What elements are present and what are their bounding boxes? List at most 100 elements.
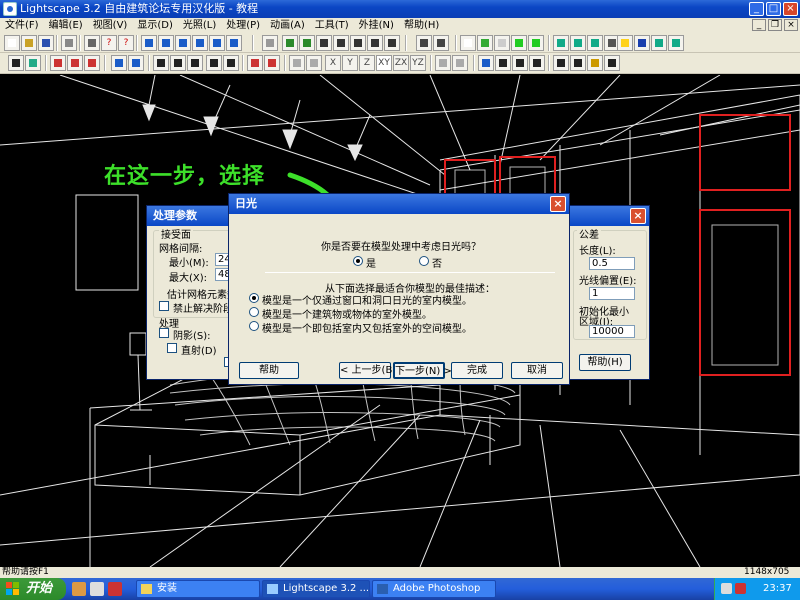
block-icon[interactable] xyxy=(570,35,586,51)
light-icon[interactable] xyxy=(617,35,633,51)
menu-process[interactable]: 处理(P) xyxy=(221,18,265,33)
print-icon[interactable] xyxy=(84,35,100,51)
y-axis-button[interactable]: Y xyxy=(342,55,358,71)
orbit-icon[interactable] xyxy=(299,35,315,51)
textured-icon[interactable] xyxy=(528,35,544,51)
task-photoshop[interactable]: Adobe Photoshop xyxy=(372,580,496,598)
zx-plane-button[interactable]: ZX xyxy=(393,55,409,71)
menu-file[interactable]: 文件(F) xyxy=(0,18,44,33)
select-surface-icon[interactable] xyxy=(25,55,41,71)
camera-icon[interactable] xyxy=(262,35,278,51)
view-cube-icon[interactable] xyxy=(209,35,225,51)
volume-icon[interactable] xyxy=(721,583,732,594)
menu-light[interactable]: 光照(L) xyxy=(178,18,221,33)
back-button[interactable]: < 上一步(B) xyxy=(339,362,396,379)
material-icon[interactable] xyxy=(587,35,603,51)
new-file-icon[interactable] xyxy=(4,35,20,51)
grid-icon[interactable] xyxy=(452,55,468,71)
eye-icon[interactable] xyxy=(282,35,298,51)
maximize-button[interactable]: □ xyxy=(766,2,781,16)
menu-help[interactable]: 帮助(H) xyxy=(399,18,444,33)
menu-view[interactable]: 视图(V) xyxy=(88,18,133,33)
light-bias-field[interactable]: 1 xyxy=(589,287,635,300)
quicklaunch-app-icon[interactable] xyxy=(108,582,122,596)
undo-icon[interactable] xyxy=(61,35,77,51)
menu-animation[interactable]: 动画(A) xyxy=(265,18,310,33)
task-install[interactable]: 安装 xyxy=(136,580,260,598)
move-icon[interactable] xyxy=(153,55,169,71)
context-help-icon[interactable]: ? xyxy=(118,35,134,51)
render-icon[interactable] xyxy=(651,35,667,51)
view-cube-icon[interactable] xyxy=(192,35,208,51)
help-icon[interactable]: ? xyxy=(101,35,117,51)
minimize-button[interactable]: _ xyxy=(749,2,764,16)
select-window-icon[interactable] xyxy=(50,55,66,71)
luminaires-icon[interactable] xyxy=(587,55,603,71)
rotate-icon[interactable] xyxy=(384,35,400,51)
layer-icon[interactable] xyxy=(553,35,569,51)
mdi-restore-button[interactable]: ❐ xyxy=(768,19,782,31)
menu-tools[interactable]: 工具(T) xyxy=(310,18,354,33)
yz-plane-button[interactable]: YZ xyxy=(410,55,426,71)
daylight-help-button[interactable]: 帮助 xyxy=(239,362,299,379)
layers-icon[interactable] xyxy=(553,55,569,71)
quicklaunch-desktop-icon[interactable] xyxy=(90,582,104,596)
radiosity-icon[interactable] xyxy=(668,35,684,51)
aim-icon[interactable] xyxy=(495,55,511,71)
menu-edit[interactable]: 编辑(E) xyxy=(44,18,88,33)
menu-plugins[interactable]: 外挂(N) xyxy=(354,18,399,33)
align-icon[interactable] xyxy=(264,55,280,71)
mdi-minimize-button[interactable]: _ xyxy=(752,19,766,31)
zoom-extents-icon[interactable] xyxy=(416,35,432,51)
view-cube-icon[interactable] xyxy=(226,35,242,51)
interior-model-radio[interactable] xyxy=(249,293,259,303)
select-arrow-icon[interactable] xyxy=(8,55,24,71)
task-lightscape[interactable]: Lightscape 3.2 ... xyxy=(262,580,370,598)
wireframe-icon[interactable] xyxy=(460,35,476,51)
next-button[interactable]: 下一步(N) > xyxy=(393,362,452,379)
sun-icon[interactable] xyxy=(634,35,650,51)
menu-display[interactable]: 显示(D) xyxy=(132,18,178,33)
direct-checkbox[interactable] xyxy=(167,343,177,353)
outline-icon[interactable] xyxy=(494,35,510,51)
solid-icon[interactable] xyxy=(477,35,493,51)
arrow-icon[interactable] xyxy=(529,55,545,71)
no-radio[interactable] xyxy=(419,256,429,266)
rotate-object-icon[interactable] xyxy=(170,55,186,71)
daylight-dialog-close-icon[interactable]: × xyxy=(550,196,566,212)
zoom-window-icon[interactable] xyxy=(333,35,349,51)
shaded-icon[interactable] xyxy=(511,35,527,51)
zoom-all-icon[interactable] xyxy=(433,35,449,51)
mdi-close-button[interactable]: × xyxy=(784,19,798,31)
tray-app-icon[interactable] xyxy=(735,583,746,594)
save-icon[interactable] xyxy=(38,35,54,51)
add-point-icon[interactable] xyxy=(247,55,263,71)
zoom-icon[interactable] xyxy=(316,35,332,51)
process-help-button[interactable]: 帮助(H) xyxy=(579,354,631,371)
cancel-button[interactable]: 取消 xyxy=(511,362,563,379)
view-cube-icon[interactable] xyxy=(175,35,191,51)
scale-icon[interactable] xyxy=(187,55,203,71)
copy-icon[interactable] xyxy=(206,55,222,71)
materials-icon[interactable] xyxy=(570,55,586,71)
select-fence-icon[interactable] xyxy=(84,55,100,71)
close-button[interactable]: × xyxy=(783,2,798,16)
length-field[interactable]: 0.5 xyxy=(589,257,635,270)
delete-icon[interactable] xyxy=(223,55,239,71)
shadow-checkbox[interactable] xyxy=(159,328,169,338)
view-cube-icon[interactable] xyxy=(141,35,157,51)
z-axis-button[interactable]: Z xyxy=(359,55,375,71)
views-icon[interactable] xyxy=(604,55,620,71)
walk-person-icon[interactable] xyxy=(512,55,528,71)
select-layer-icon[interactable] xyxy=(128,55,144,71)
mixed-model-radio[interactable] xyxy=(249,321,259,331)
start-button[interactable]: 开始 xyxy=(0,578,66,600)
view-cube-icon[interactable] xyxy=(158,35,174,51)
xy-plane-button[interactable]: XY xyxy=(376,55,392,71)
exterior-model-radio[interactable] xyxy=(249,307,259,317)
walk-icon[interactable] xyxy=(367,35,383,51)
open-file-icon[interactable] xyxy=(21,35,37,51)
yes-radio[interactable] xyxy=(353,256,363,266)
light-source-icon[interactable] xyxy=(478,55,494,71)
process-dialog-close-icon[interactable]: × xyxy=(630,208,646,224)
